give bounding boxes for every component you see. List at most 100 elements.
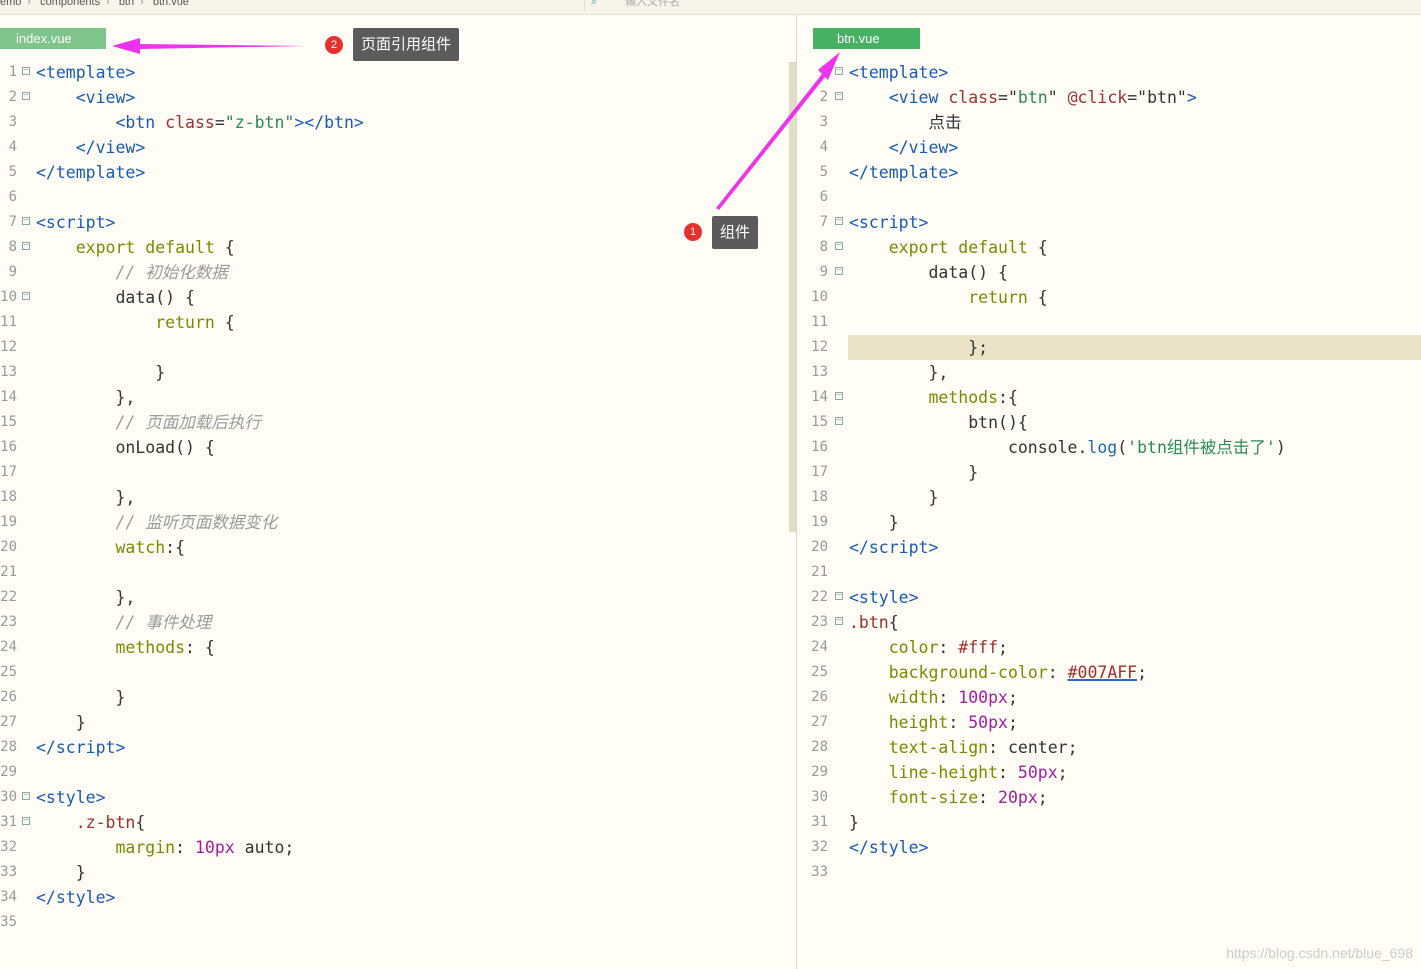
fold-icon[interactable]: [835, 242, 843, 250]
fold-icon[interactable]: [22, 817, 30, 825]
code-line: 13 }: [0, 363, 166, 382]
breadcrumb-item[interactable]: components: [40, 0, 100, 8]
code-line: 31}: [811, 813, 859, 832]
code-line: 18 }: [811, 488, 939, 507]
file-search-input[interactable]: ⌕ 输入文件名: [584, 0, 1421, 11]
code-line: 10 return {: [811, 288, 1048, 307]
code-line: 23.btn{: [797, 610, 1421, 635]
fold-icon[interactable]: [22, 242, 30, 250]
left-editor-pane[interactable]: index.vue 1<template> 2 <view> 3 <btn cl…: [0, 15, 797, 969]
fold-icon[interactable]: [835, 92, 843, 100]
code-line: 19 // 监听页面数据变化: [0, 513, 278, 532]
code-line: 16 console.log('btn组件被点击了'): [811, 438, 1286, 457]
code-line: 33 }: [0, 863, 86, 882]
callout-page-uses-component: 页面引用组件: [353, 28, 460, 61]
code-line: 35: [0, 914, 17, 930]
code-line: 15 // 页面加载后执行: [0, 413, 261, 432]
code-line: 25: [0, 664, 17, 680]
code-line: 31 .z-btn{: [0, 810, 796, 835]
code-line: 25 background-color: #007AFF;: [811, 663, 1148, 682]
code-line-highlighted: 12 };: [811, 335, 1421, 360]
code-line: 27 height: 50px;: [811, 713, 1018, 732]
code-line: 24 methods: {: [0, 638, 215, 657]
code-line: 11 return {: [0, 313, 235, 332]
fold-icon[interactable]: [835, 67, 843, 75]
code-line: 8 export default {: [0, 235, 796, 260]
code-line: 29 line-height: 50px;: [811, 763, 1068, 782]
right-editor-pane[interactable]: btn.vue 1<template> 2 <view class="btn" …: [797, 15, 1421, 969]
code-line: 1<template>: [797, 60, 1421, 85]
code-line: 5 </template>: [819, 163, 959, 182]
code-line: 26 width: 100px;: [811, 688, 1018, 707]
top-bar: emo › components › btn › btn.vue ⌕ 输入文件名: [0, 0, 1421, 15]
code-line: 2 <view class="btn" @click="btn">: [797, 85, 1421, 110]
code-line: 26 }: [0, 688, 126, 707]
code-line: 16 onLoad() {: [0, 438, 215, 457]
breadcrumb-item[interactable]: emo: [0, 0, 21, 8]
code-line: 9 data() {: [797, 260, 1421, 285]
fold-icon[interactable]: [835, 617, 843, 625]
code-line: 21: [811, 564, 828, 580]
callout-component: 组件: [712, 216, 759, 249]
code-line: 6: [8, 189, 17, 205]
search-icon: ⌕: [591, 0, 598, 8]
breadcrumb-item[interactable]: btn.vue: [153, 0, 189, 8]
code-line: 18 },: [0, 488, 136, 507]
code-line: 5 </template>: [8, 163, 146, 182]
code-line: 7<script>: [0, 210, 796, 235]
code-line: 9 // 初始化数据: [8, 263, 228, 282]
chevron-right-icon: ›: [106, 0, 110, 8]
tab-btn-vue[interactable]: btn.vue: [813, 28, 920, 49]
code-line: 17: [0, 464, 17, 480]
badge-2: 2: [325, 36, 343, 54]
watermark: https://blog.csdn.net/blue_698: [1226, 945, 1413, 961]
fold-icon[interactable]: [22, 67, 30, 75]
code-area[interactable]: 1<template> 2 <view class="btn" @click="…: [797, 60, 1421, 885]
code-line: 20 watch:{: [0, 538, 186, 557]
fold-icon[interactable]: [22, 292, 30, 300]
code-line: 30<style>: [0, 785, 796, 810]
code-line: 6: [819, 189, 828, 205]
code-line: 13 },: [811, 363, 949, 382]
code-line: 28 </script>: [0, 738, 126, 757]
code-line: 34 </style>: [0, 888, 116, 907]
code-line: 12: [0, 339, 17, 355]
tab-index-vue[interactable]: index.vue: [0, 28, 106, 49]
code-line: 3 <btn class="z-btn"></btn>: [8, 113, 364, 132]
code-line: 28 text-align: center;: [811, 738, 1078, 757]
code-line: 15 btn(){: [797, 410, 1421, 435]
fold-icon[interactable]: [835, 592, 843, 600]
code-line: 14 methods:{: [797, 385, 1421, 410]
code-line: 22 },: [0, 588, 136, 607]
fold-icon[interactable]: [22, 792, 30, 800]
code-line: 32 margin: 10px auto;: [0, 838, 295, 857]
chevron-right-icon: ›: [27, 0, 32, 8]
fold-icon[interactable]: [835, 392, 843, 400]
fold-icon[interactable]: [22, 217, 30, 225]
code-line: 23 // 事件处理: [0, 613, 212, 632]
code-line: 30 font-size: 20px;: [811, 788, 1048, 807]
code-line: 22<style>: [797, 585, 1421, 610]
fold-icon[interactable]: [835, 217, 843, 225]
search-placeholder: 输入文件名: [625, 0, 680, 8]
code-line: 7<script>: [797, 210, 1421, 235]
fold-icon[interactable]: [22, 92, 30, 100]
fold-icon[interactable]: [835, 417, 843, 425]
code-line: 3 点击: [819, 113, 962, 132]
breadcrumb-item[interactable]: btn: [119, 0, 134, 8]
code-line: 11: [811, 314, 828, 330]
code-line: 10 data() {: [0, 285, 796, 310]
code-line: 1<template>: [0, 60, 796, 85]
code-line: 4 </view>: [8, 138, 146, 157]
code-line: 24 color: #fff;: [811, 638, 1008, 657]
breadcrumb: emo › components › btn › btn.vue: [0, 0, 195, 8]
code-line: 33: [811, 864, 828, 880]
code-line: 20 </script>: [811, 538, 939, 557]
code-line: 32 </style>: [811, 838, 929, 857]
fold-icon[interactable]: [835, 267, 843, 275]
code-line: 4 </view>: [819, 138, 959, 157]
code-line: 19 }: [811, 513, 899, 532]
code-line: 2 <view>: [0, 85, 796, 110]
code-area[interactable]: 1<template> 2 <view> 3 <btn class="z-btn…: [0, 60, 796, 935]
code-line: 14 },: [0, 388, 136, 407]
